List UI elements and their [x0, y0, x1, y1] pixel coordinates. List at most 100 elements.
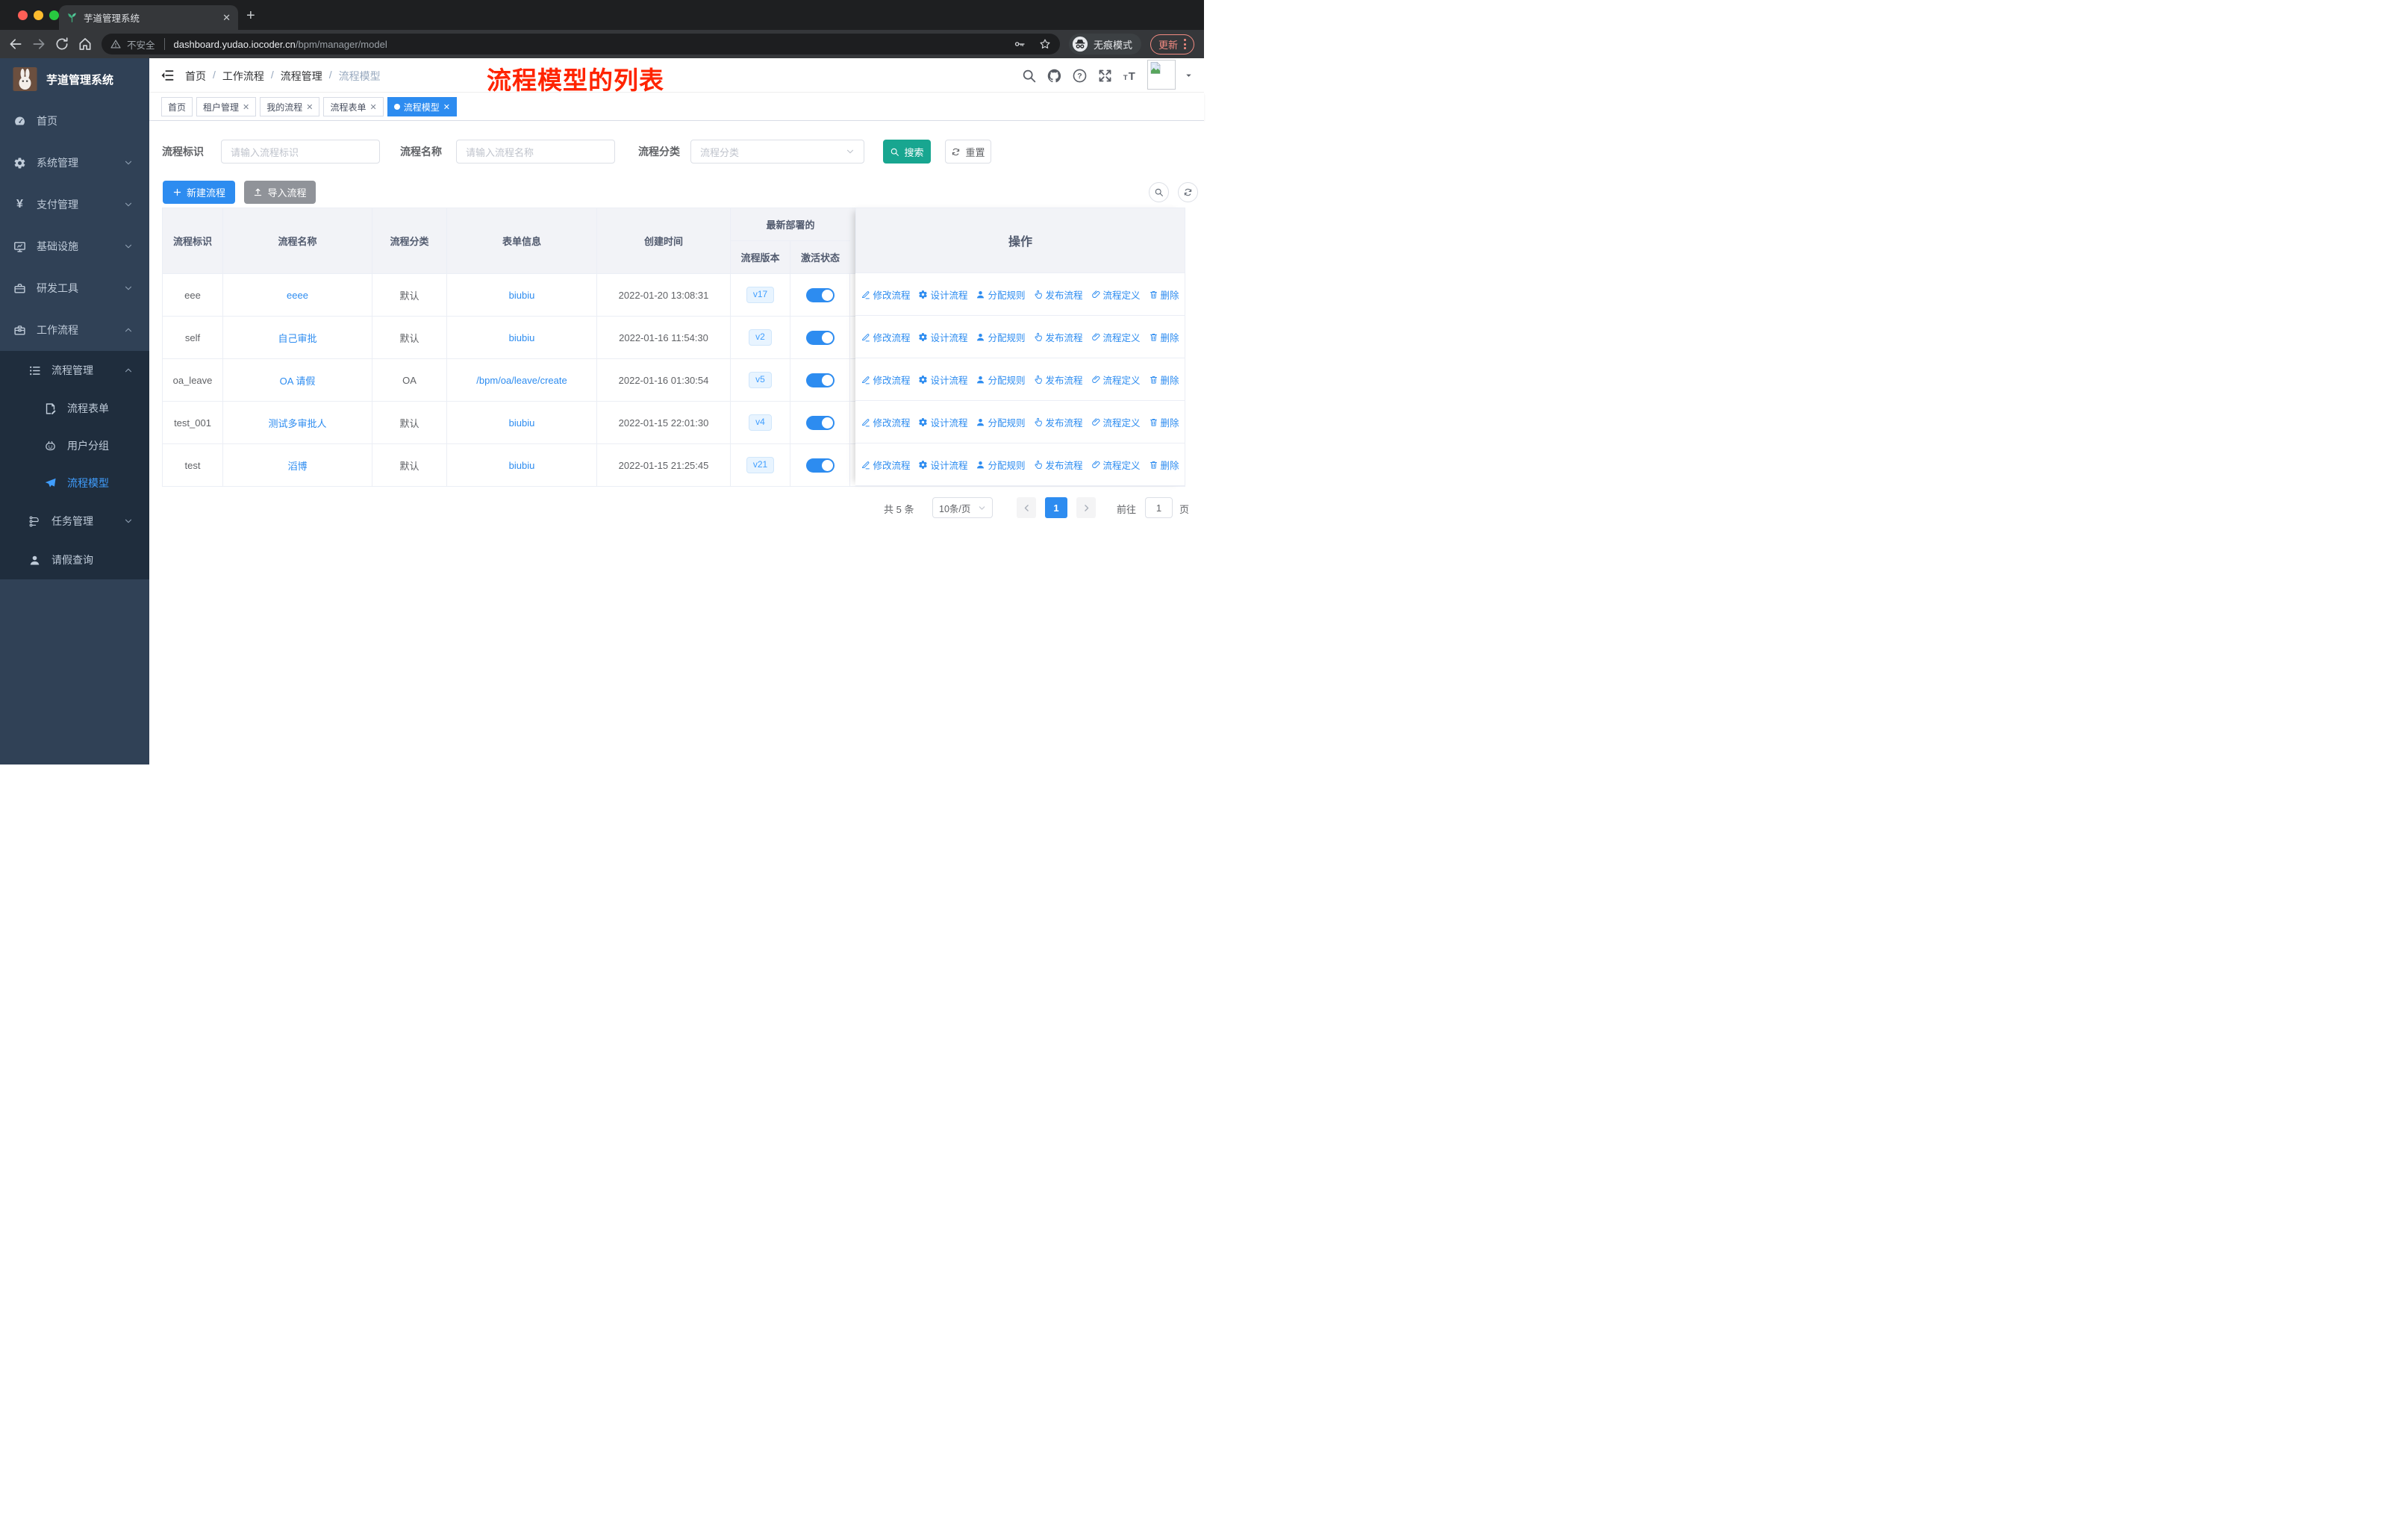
action-link-edit[interactable]: 修改流程 [861, 330, 910, 344]
action-link-assign[interactable]: 分配规则 [976, 458, 1026, 472]
create-process-button[interactable]: 新建流程 [163, 181, 235, 204]
sidebar-item-gear[interactable]: 系统管理 [0, 142, 149, 184]
form-info-link[interactable]: /bpm/oa/leave/create [476, 375, 567, 386]
tag-home[interactable]: 首页 [161, 97, 193, 116]
tag-view-4[interactable]: 流程模型 ✕ [387, 97, 457, 116]
action-link-delete[interactable]: 删除 [1149, 330, 1179, 344]
zoom-window-button[interactable] [49, 10, 59, 20]
process-name-input[interactable]: 请输入流程名称 [456, 140, 615, 164]
action-link-design[interactable]: 设计流程 [918, 330, 967, 344]
action-link-delete[interactable]: 删除 [1149, 458, 1179, 472]
github-icon[interactable] [1047, 68, 1062, 84]
current-page-button[interactable]: 1 [1045, 497, 1067, 518]
sidebar-item-robot[interactable]: 用户分组 [0, 427, 149, 464]
action-link-delete[interactable]: 删除 [1149, 287, 1179, 302]
action-link-design[interactable]: 设计流程 [918, 373, 967, 387]
sidebar-item-tasks[interactable]: 任务管理 [0, 502, 149, 541]
process-id-input[interactable]: 请输入流程标识 [221, 140, 380, 164]
breadcrumb-workflow[interactable]: 工作流程 [222, 69, 264, 84]
search-icon[interactable] [1021, 68, 1037, 84]
action-link-edit[interactable]: 修改流程 [861, 287, 910, 302]
sidebar-collapse-icon[interactable] [160, 68, 175, 83]
action-link-definition[interactable]: 流程定义 [1091, 287, 1141, 302]
action-link-publish[interactable]: 发布流程 [1034, 373, 1083, 387]
sidebar-logo-row[interactable]: 芋道管理系统 [0, 58, 149, 100]
process-name-link[interactable]: 测试多审批人 [268, 416, 326, 430]
star-icon[interactable] [1039, 38, 1051, 50]
action-link-definition[interactable]: 流程定义 [1091, 415, 1141, 429]
browser-tab[interactable]: 芋道管理系统 ✕ [59, 5, 238, 30]
refresh-table-button[interactable] [1178, 182, 1198, 202]
action-link-publish[interactable]: 发布流程 [1034, 415, 1083, 429]
back-icon[interactable] [8, 37, 23, 52]
action-link-assign[interactable]: 分配规则 [976, 330, 1026, 344]
prev-page-button[interactable] [1017, 497, 1036, 518]
key-icon[interactable] [1014, 38, 1026, 50]
reset-button[interactable]: 重置 [945, 140, 991, 164]
process-name-link[interactable]: OA 请假 [280, 373, 316, 387]
action-link-publish[interactable]: 发布流程 [1034, 458, 1083, 472]
goto-page-input[interactable]: 1 [1145, 497, 1173, 518]
action-link-assign[interactable]: 分配规则 [976, 373, 1026, 387]
action-link-publish[interactable]: 发布流程 [1034, 287, 1083, 302]
menu-kebab-icon[interactable] [1184, 39, 1187, 49]
fullscreen-icon[interactable] [1097, 68, 1113, 84]
breadcrumb-process-mgmt[interactable]: 流程管理 [281, 69, 322, 84]
sidebar-item-list[interactable]: 流程管理 [0, 351, 149, 390]
help-icon[interactable]: ? [1072, 68, 1088, 84]
new-tab-button[interactable]: + [246, 8, 255, 23]
active-toggle[interactable] [805, 287, 835, 302]
action-link-assign[interactable]: 分配规则 [976, 287, 1026, 302]
page-size-select[interactable]: 10条/页 [932, 497, 993, 518]
sidebar-item-dashboard[interactable]: 首页 [0, 100, 149, 142]
action-link-design[interactable]: 设计流程 [918, 458, 967, 472]
sidebar-item-briefcase[interactable]: 工作流程 [0, 309, 149, 351]
address-bar[interactable]: 不安全 dashboard.yudao.iocoder.cn/bpm/manag… [102, 34, 1060, 55]
active-toggle[interactable] [805, 373, 835, 387]
avatar-caret-down-icon[interactable] [1185, 72, 1193, 80]
action-link-edit[interactable]: 修改流程 [861, 458, 910, 472]
tag-view-2[interactable]: 我的流程 ✕ [260, 97, 320, 116]
action-link-definition[interactable]: 流程定义 [1091, 330, 1141, 344]
form-info-link[interactable]: biubiu [509, 460, 535, 471]
process-category-select[interactable]: 流程分类 [690, 140, 864, 164]
form-info-link[interactable]: biubiu [509, 417, 535, 429]
tag-close-icon[interactable]: ✕ [443, 102, 450, 112]
action-link-design[interactable]: 设计流程 [918, 287, 967, 302]
update-browser-button[interactable]: 更新 [1150, 34, 1195, 55]
action-link-assign[interactable]: 分配规则 [976, 415, 1026, 429]
url-text[interactable]: dashboard.yudao.iocoder.cn/bpm/manager/m… [174, 39, 1000, 50]
toggle-search-button[interactable] [1149, 182, 1169, 202]
avatar[interactable] [1147, 60, 1176, 90]
action-link-definition[interactable]: 流程定义 [1091, 373, 1141, 387]
action-link-definition[interactable]: 流程定义 [1091, 458, 1141, 472]
action-link-delete[interactable]: 删除 [1149, 415, 1179, 429]
active-toggle[interactable] [805, 415, 835, 430]
close-window-button[interactable] [18, 10, 28, 20]
next-page-button[interactable] [1076, 497, 1096, 518]
tab-close-icon[interactable]: ✕ [222, 12, 231, 24]
import-process-button[interactable]: 导入流程 [244, 181, 316, 204]
tag-view-1[interactable]: 租户管理 ✕ [196, 97, 257, 116]
process-name-link[interactable]: 自己审批 [278, 331, 316, 345]
process-name-link[interactable]: 滔博 [287, 458, 307, 473]
action-link-publish[interactable]: 发布流程 [1034, 330, 1083, 344]
search-button[interactable]: 搜索 [883, 140, 931, 164]
tag-close-icon[interactable]: ✕ [243, 102, 249, 112]
action-link-edit[interactable]: 修改流程 [861, 415, 910, 429]
form-info-link[interactable]: biubiu [509, 332, 535, 343]
minimize-window-button[interactable] [34, 10, 43, 20]
reload-icon[interactable] [54, 37, 69, 52]
sidebar-item-toolbox[interactable]: 研发工具 [0, 267, 149, 309]
tag-close-icon[interactable]: ✕ [370, 102, 377, 112]
sidebar-item-form[interactable]: 流程表单 [0, 390, 149, 427]
action-link-edit[interactable]: 修改流程 [861, 373, 910, 387]
action-link-design[interactable]: 设计流程 [918, 415, 967, 429]
sidebar-item-send[interactable]: 流程模型 [0, 464, 149, 502]
active-toggle[interactable] [805, 330, 835, 345]
form-info-link[interactable]: biubiu [509, 290, 535, 301]
sidebar-item-monitor[interactable]: 基础设施 [0, 225, 149, 267]
action-link-delete[interactable]: 删除 [1149, 373, 1179, 387]
forward-icon[interactable] [31, 37, 46, 52]
home-icon[interactable] [78, 37, 93, 52]
